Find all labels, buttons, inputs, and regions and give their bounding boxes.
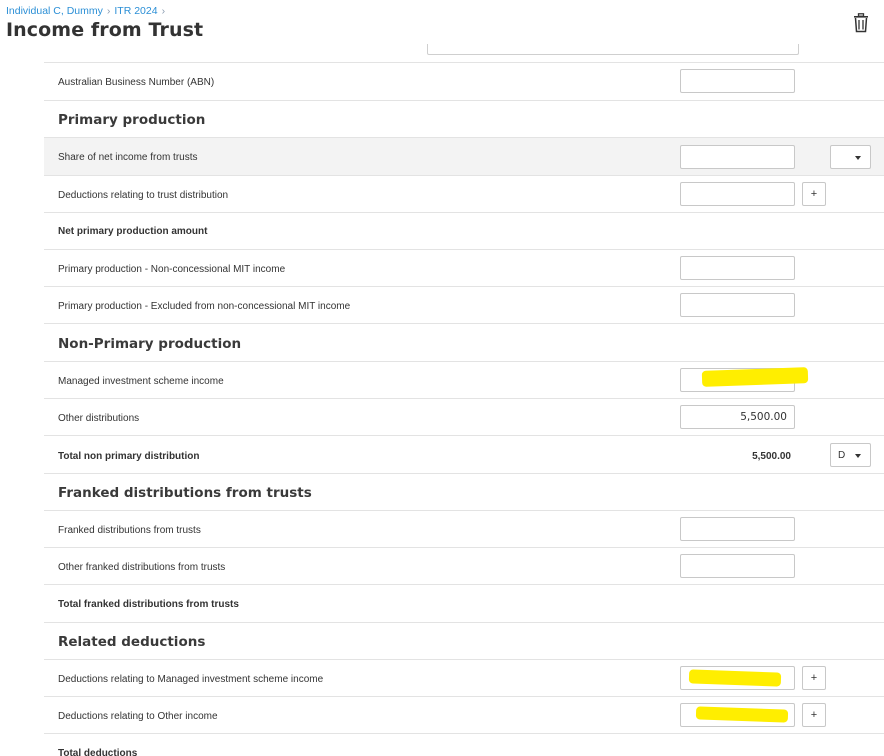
net-primary-production-row: Net primary production amount xyxy=(44,213,884,250)
total-non-primary-value: 5,500.00 xyxy=(752,451,791,462)
add-deduction-button[interactable]: + xyxy=(802,182,826,206)
page-header: Individual C, Dummy › ITR 2024 › Income fro… xyxy=(0,0,884,48)
primary-production-heading-row: Primary production xyxy=(44,101,884,138)
abn-row: Australian Business Number (ABN) xyxy=(44,63,884,101)
related-deductions-heading-row: Related deductions xyxy=(44,623,884,660)
share-net-income-input[interactable] xyxy=(680,145,795,169)
other-distributions-input[interactable] xyxy=(680,405,795,429)
total-non-primary-dropdown[interactable]: D xyxy=(830,443,871,467)
deductions-trust-distribution-label: Deductions relating to trust distributio… xyxy=(58,190,229,201)
other-distributions-row: Other distributions xyxy=(44,399,884,436)
franked-distributions-label: Franked distributions from trusts xyxy=(58,525,201,536)
pp-excluded-row: Primary production - Excluded from non-c… xyxy=(44,287,884,324)
breadcrumb: Individual C, Dummy › ITR 2024 › xyxy=(6,5,169,17)
other-distributions-label: Other distributions xyxy=(58,413,140,424)
abn-input[interactable] xyxy=(680,69,795,93)
trust-name-input-partial[interactable] xyxy=(427,44,799,55)
add-mis-deduction-button[interactable]: + xyxy=(802,666,826,690)
breadcrumb-separator: › xyxy=(161,5,166,17)
net-primary-production-label: Net primary production amount xyxy=(58,226,208,237)
other-franked-row: Other franked distributions from trusts xyxy=(44,548,884,585)
page-title: Income from Trust xyxy=(6,19,204,41)
mis-income-label: Managed investment scheme income xyxy=(58,376,224,387)
section-heading: Franked distributions from trusts xyxy=(58,485,312,501)
share-net-income-row: Share of net income from trusts xyxy=(44,138,884,176)
franked-heading-row: Franked distributions from trusts xyxy=(44,474,884,511)
share-net-income-label: Share of net income from trusts xyxy=(58,152,198,163)
other-franked-label: Other franked distributions from trusts xyxy=(58,562,226,573)
trash-icon[interactable] xyxy=(853,13,869,33)
caret-down-icon xyxy=(855,156,861,160)
non-primary-production-heading-row: Non-Primary production xyxy=(44,324,884,362)
add-other-deduction-button[interactable]: + xyxy=(802,703,826,727)
franked-distributions-input[interactable] xyxy=(680,517,795,541)
pp-non-concessional-row: Primary production - Non-concessional MI… xyxy=(44,250,884,287)
caret-down-icon xyxy=(855,454,861,458)
breadcrumb-client-link[interactable]: Individual C, Dummy xyxy=(6,5,103,17)
pp-non-concessional-input[interactable] xyxy=(680,256,795,280)
deductions-other-label: Deductions relating to Other income xyxy=(58,711,218,722)
deductions-mis-label: Deductions relating to Managed investmen… xyxy=(58,674,324,685)
total-non-primary-row: Total non primary distribution 5,500.00 … xyxy=(44,436,884,474)
total-franked-row: Total franked distributions from trusts xyxy=(44,585,884,623)
breadcrumb-separator: › xyxy=(106,5,111,17)
deductions-trust-distribution-input[interactable] xyxy=(680,182,795,206)
total-deductions-label: Total deductions xyxy=(58,748,138,756)
dropdown-value: D xyxy=(838,450,846,461)
total-non-primary-label: Total non primary distribution xyxy=(58,451,200,462)
share-net-income-dropdown[interactable] xyxy=(830,145,871,169)
pp-excluded-input[interactable] xyxy=(680,293,795,317)
other-franked-input[interactable] xyxy=(680,554,795,578)
pp-non-concessional-label: Primary production - Non-concessional MI… xyxy=(58,264,286,275)
section-heading: Primary production xyxy=(58,112,206,128)
deductions-trust-distribution-row: Deductions relating to trust distributio… xyxy=(44,176,884,213)
total-franked-label: Total franked distributions from trusts xyxy=(58,599,239,610)
section-heading: Related deductions xyxy=(58,634,206,650)
breadcrumb-return-link[interactable]: ITR 2024 xyxy=(114,5,157,17)
section-heading: Non-Primary production xyxy=(58,336,242,352)
total-deductions-row: Total deductions xyxy=(44,734,884,756)
abn-label: Australian Business Number (ABN) xyxy=(58,77,215,88)
franked-distributions-row: Franked distributions from trusts xyxy=(44,511,884,548)
form-content: Australian Business Number (ABN) Primary… xyxy=(44,44,884,756)
pp-excluded-label: Primary production - Excluded from non-c… xyxy=(58,301,351,312)
